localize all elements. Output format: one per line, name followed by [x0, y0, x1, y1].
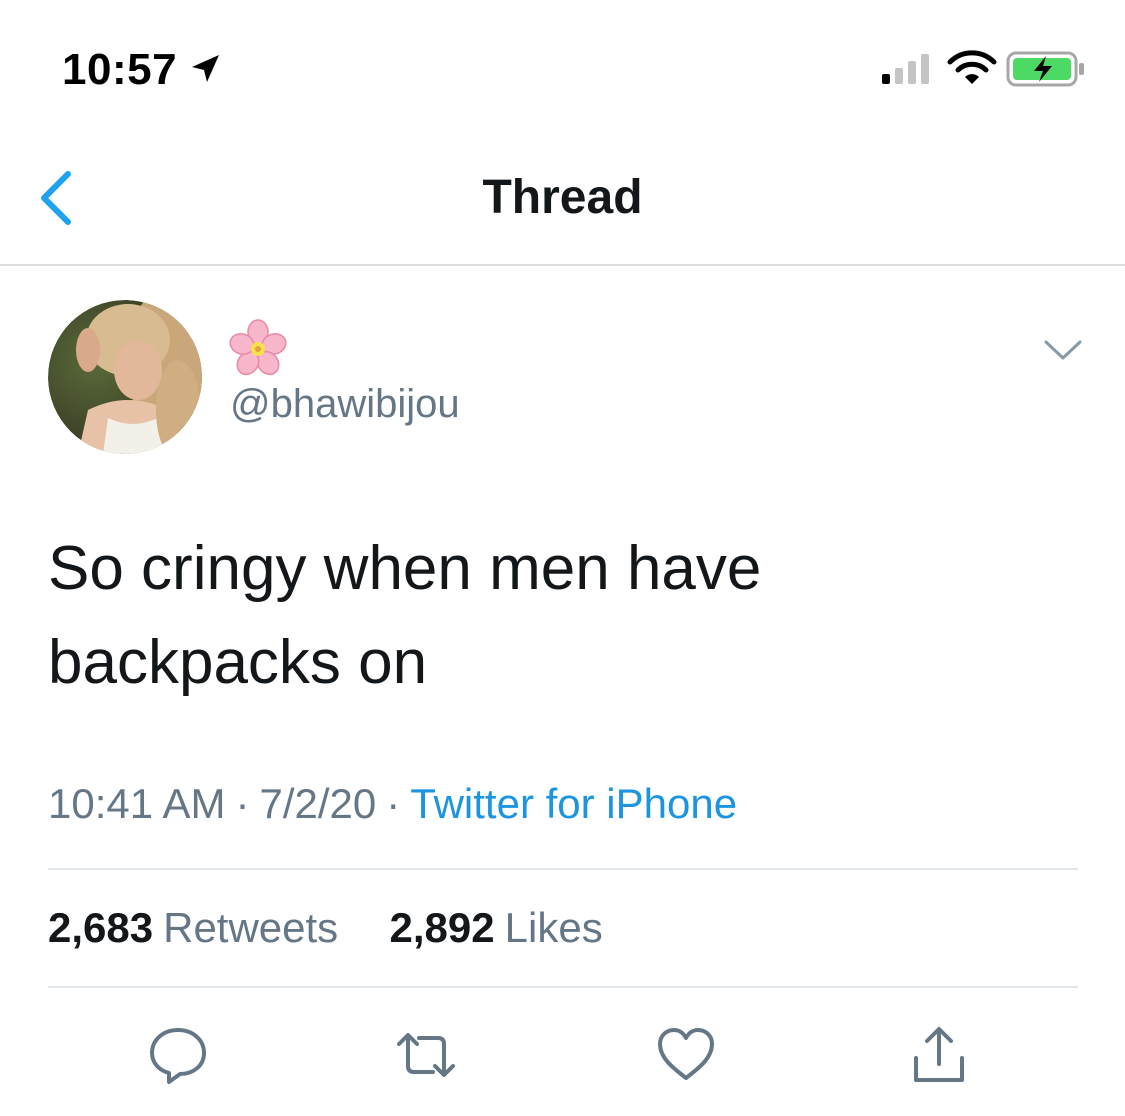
tweet-detail: @bhawibijou So cringy when men have back… — [0, 266, 1125, 1116]
cherry-blossom-icon — [229, 319, 287, 376]
page-title: Thread — [482, 171, 643, 224]
wifi-icon — [947, 50, 997, 84]
tweet-action-bar — [0, 1022, 1125, 1092]
retweets-count: 2,683 — [48, 904, 154, 951]
likes-count: 2,892 — [389, 904, 495, 951]
meta-separator: · — [235, 780, 250, 827]
likes-stat[interactable]: 2,892 Likes — [390, 904, 603, 951]
retweet-icon[interactable] — [393, 1022, 459, 1088]
divider — [48, 986, 1078, 988]
location-arrow-icon — [192, 55, 219, 82]
retweets-stat[interactable]: 2,683 Retweets — [48, 904, 350, 951]
tweet-text: So cringy when men have backpacks on — [48, 534, 762, 697]
tweet-time: 10:41 AM — [48, 780, 226, 827]
divider — [48, 868, 1078, 870]
meta-separator: · — [386, 780, 401, 827]
chevron-down-icon[interactable] — [1042, 336, 1084, 366]
battery-charging-icon — [1006, 51, 1084, 87]
tweet-date: 7/2/20 — [259, 780, 377, 827]
likes-label: Likes — [504, 904, 603, 951]
cellular-signal-icon — [882, 54, 929, 84]
heart-icon[interactable] — [653, 1022, 719, 1088]
tweet-stats: 2,683 Retweets 2,892 Likes — [48, 902, 603, 954]
share-icon[interactable] — [906, 1022, 972, 1088]
tweet-source-link[interactable]: Twitter for iPhone — [410, 780, 737, 827]
reply-icon[interactable] — [145, 1022, 211, 1088]
navigation-bar: Thread — [0, 120, 1125, 266]
tweet-metadata: 10:41 AM · 7/2/20 · Twitter for iPhone — [48, 778, 737, 830]
retweets-label: Retweets — [163, 904, 339, 951]
user-handle[interactable]: @bhawibijou — [230, 380, 460, 428]
status-time: 10:57 — [62, 45, 178, 94]
avatar[interactable] — [48, 300, 202, 454]
status-bar: 10:57 — [0, 0, 1125, 120]
